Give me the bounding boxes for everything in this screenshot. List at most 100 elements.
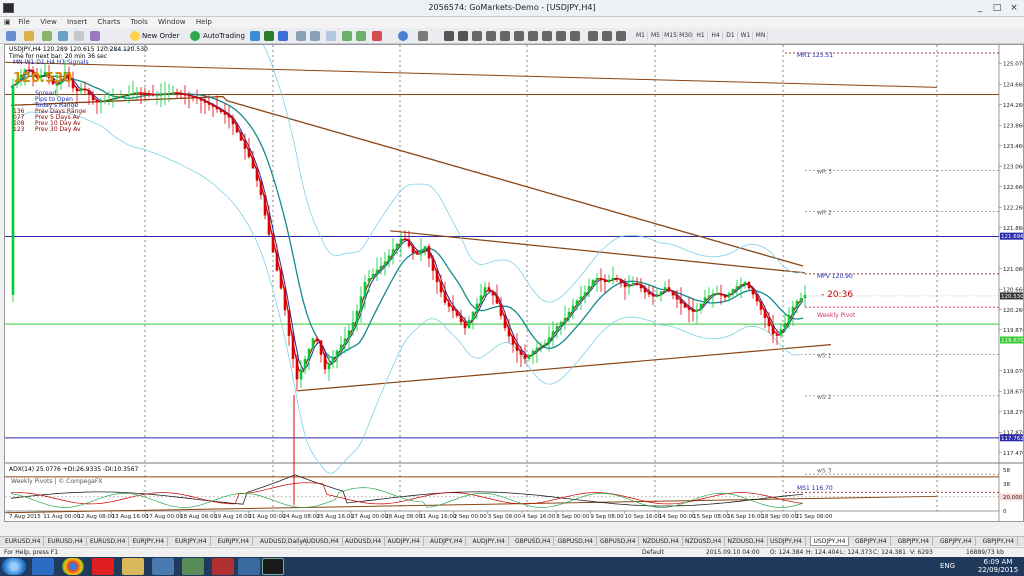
- market-watch-icon[interactable]: [42, 31, 52, 41]
- app-icon-6[interactable]: [182, 558, 204, 575]
- chart-tab[interactable]: GBPUSD,H4: [597, 537, 640, 546]
- autoscroll-icon[interactable]: [342, 31, 352, 41]
- menu-chart-icon[interactable]: ▣: [0, 17, 12, 28]
- new-order-icon[interactable]: [130, 31, 140, 41]
- navigator-icon[interactable]: [58, 31, 68, 41]
- chart-tab[interactable]: GBPJPY,H4: [852, 537, 891, 546]
- chart-tab[interactable]: EURJPY,H4: [172, 537, 211, 546]
- candle-body: [707, 295, 711, 298]
- time-label: 31 Aug 16:00: [419, 514, 457, 520]
- crosshair-icon[interactable]: [458, 31, 468, 41]
- chart-window[interactable]: MR1 125.51 wR 3 wR 2 MPV 120.90 Weekly Pivot…: [4, 44, 1024, 522]
- tf-h4[interactable]: H4: [709, 31, 723, 41]
- vertical-line-icon[interactable]: [472, 31, 482, 41]
- menu-help[interactable]: Help: [192, 17, 216, 28]
- chart-canvas[interactable]: MR1 125.51 wR 3 wR 2 MPV 120.90 Weekly Pivot…: [5, 45, 1023, 521]
- chart-tab[interactable]: AUDUSD,H4: [342, 537, 386, 546]
- chart-tab[interactable]: GBPJPY,H4: [937, 537, 976, 546]
- time-label: 2 Sep 00:00: [454, 514, 488, 520]
- clock-time[interactable]: 6:09 AM: [976, 558, 1020, 566]
- chrome-icon[interactable]: [62, 558, 84, 575]
- chart-tab[interactable]: EURUSD,H4: [45, 537, 87, 546]
- autotrading-button[interactable]: AutoTrading: [203, 30, 245, 42]
- line-chart-icon[interactable]: [278, 31, 288, 41]
- text-tool-icon[interactable]: [542, 31, 552, 41]
- templates-icon[interactable]: [418, 31, 428, 41]
- menu-window[interactable]: Window: [154, 17, 190, 28]
- fibonacci-icon[interactable]: [528, 31, 538, 41]
- tf-m30[interactable]: M30: [679, 31, 693, 41]
- candlestick-icon[interactable]: [264, 31, 274, 41]
- k-app-icon[interactable]: [92, 558, 114, 575]
- chart-tab[interactable]: EURJPY,H4: [215, 537, 254, 546]
- candle-body: [399, 238, 403, 244]
- candle-body: [147, 93, 151, 96]
- chart-shift-icon[interactable]: [356, 31, 366, 41]
- terminal-icon[interactable]: [74, 31, 84, 41]
- tester-icon[interactable]: [90, 31, 100, 41]
- chart-tab[interactable]: GBPUSD,H4: [512, 537, 555, 546]
- bar-chart-icon[interactable]: [250, 31, 260, 41]
- tf-m5[interactable]: M5: [649, 31, 663, 41]
- close-button[interactable]: ×: [1006, 2, 1022, 14]
- app-icon-7[interactable]: [212, 558, 234, 575]
- minimize-button[interactable]: _: [972, 2, 988, 14]
- chart-tab[interactable]: GBPJPY,H4: [980, 537, 1019, 546]
- channel-icon[interactable]: [514, 31, 524, 41]
- chart-tab[interactable]: GBPJPY,H4: [895, 537, 934, 546]
- tf-m15[interactable]: M15: [664, 31, 678, 41]
- chart-tab[interactable]: EURUSD,H4: [87, 537, 130, 546]
- zoom-out-icon[interactable]: [310, 31, 320, 41]
- menu-tools[interactable]: Tools: [126, 17, 151, 28]
- tf-m1[interactable]: M1: [634, 31, 648, 41]
- draw-rect-icon[interactable]: [588, 31, 598, 41]
- chart-tab[interactable]: GBPUSD,H4: [555, 537, 597, 546]
- tile-windows-icon[interactable]: [326, 31, 336, 41]
- arrows-icon[interactable]: [570, 31, 580, 41]
- folder-icon[interactable]: [122, 558, 144, 575]
- pivot-label: Weekly Pivot: [817, 312, 856, 319]
- candle-body: [379, 265, 383, 270]
- chart-tab[interactable]: USDJPY,H4: [767, 537, 806, 546]
- start-button-icon[interactable]: [2, 558, 26, 575]
- autotrading-icon[interactable]: [190, 31, 200, 41]
- status-profile[interactable]: Default: [642, 548, 664, 557]
- horizontal-line-icon[interactable]: [486, 31, 496, 41]
- chart-tab[interactable]: AUDJPY,H4: [427, 537, 467, 546]
- menu-charts[interactable]: Charts: [93, 17, 124, 28]
- app-icon-5[interactable]: [152, 558, 174, 575]
- periods-icon[interactable]: [398, 31, 408, 41]
- draw-ellipse-icon[interactable]: [602, 31, 612, 41]
- tf-w1[interactable]: W1: [739, 31, 753, 41]
- trendline-icon[interactable]: [500, 31, 510, 41]
- chart-tab[interactable]: EURJPY,H4: [130, 537, 169, 546]
- cursor-icon[interactable]: [444, 31, 454, 41]
- menu-file[interactable]: File: [14, 17, 34, 28]
- chart-tab[interactable]: USDJPY,H4: [809, 537, 850, 546]
- maximize-button[interactable]: □: [989, 2, 1005, 14]
- chart-tab[interactable]: AUDJPY,H4: [385, 537, 424, 546]
- chart-tab[interactable]: NZDUSD,H4: [682, 537, 726, 546]
- tf-d1[interactable]: D1: [724, 31, 738, 41]
- menu-insert[interactable]: Insert: [63, 17, 91, 28]
- menu-view[interactable]: View: [36, 17, 61, 28]
- tf-mn[interactable]: MN: [754, 31, 768, 41]
- indicators-icon[interactable]: [372, 31, 382, 41]
- chart-tab[interactable]: AUDJPY,H4: [470, 537, 509, 546]
- chart-tab[interactable]: AUDUSD,H4: [300, 537, 343, 546]
- text-label-icon[interactable]: [556, 31, 566, 41]
- new-chart-icon[interactable]: [6, 31, 16, 41]
- new-order-button[interactable]: New Order: [142, 30, 179, 42]
- clock-date[interactable]: 22/09/2015: [976, 566, 1020, 574]
- chart-tab[interactable]: NZDUSD,H4: [640, 537, 683, 546]
- tf-h1[interactable]: H1: [694, 31, 708, 41]
- internet-explorer-icon[interactable]: [32, 558, 54, 575]
- zoom-in-icon[interactable]: [296, 31, 306, 41]
- chart-tab[interactable]: EURUSD,H4: [2, 537, 45, 546]
- language-indicator[interactable]: ENG: [940, 562, 955, 570]
- draw-triangle-icon[interactable]: [616, 31, 626, 41]
- profiles-icon[interactable]: [24, 31, 34, 41]
- chart-tab[interactable]: NZDUSD,H4: [725, 537, 768, 546]
- metatrader-icon[interactable]: [262, 558, 284, 575]
- app-icon-8[interactable]: [238, 558, 260, 575]
